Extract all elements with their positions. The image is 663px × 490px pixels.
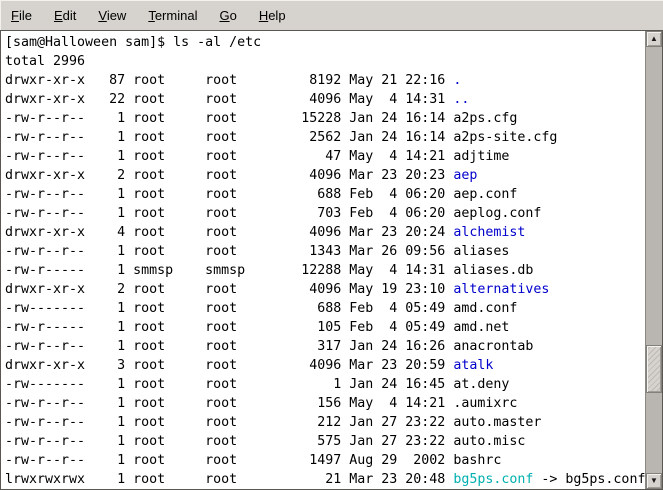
terminal-line: -rw-r--r-- 1 root root 1497 Aug 29 2002 … bbox=[5, 451, 645, 470]
menubar: FileEditViewTerminalGoHelp bbox=[0, 0, 663, 30]
file-name: alternatives bbox=[453, 282, 549, 297]
menu-item-go[interactable]: Go bbox=[208, 5, 247, 26]
file-name: aep bbox=[453, 168, 477, 183]
terminal-line: -rw-r--r-- 1 root root 2562 Jan 24 16:14… bbox=[5, 128, 645, 147]
terminal-window: [sam@Halloween sam]$ ls -al /etctotal 29… bbox=[0, 30, 663, 490]
terminal-line: -rw-r--r-- 1 root root 1343 Mar 26 09:56… bbox=[5, 242, 645, 261]
terminal-line: drwxr-xr-x 3 root root 4096 Mar 23 20:59… bbox=[5, 356, 645, 375]
terminal-line: drwxr-xr-x 2 root root 4096 May 19 23:10… bbox=[5, 280, 645, 299]
scrollbar: ▲ ▼ bbox=[645, 31, 662, 489]
menu-item-help[interactable]: Help bbox=[248, 5, 297, 26]
scroll-up-button[interactable]: ▲ bbox=[646, 31, 662, 47]
scroll-down-button[interactable]: ▼ bbox=[646, 473, 662, 489]
menu-item-terminal[interactable]: Terminal bbox=[137, 5, 208, 26]
terminal-line: -rw-r--r-- 1 root root 212 Jan 27 23:22 … bbox=[5, 413, 645, 432]
terminal-line: lrwxrwxrwx 1 root root 21 Mar 23 20:48 b… bbox=[5, 470, 645, 489]
file-name: at.deny bbox=[453, 377, 509, 392]
file-name: adjtime bbox=[453, 149, 509, 164]
file-name: anacrontab bbox=[453, 339, 533, 354]
file-name: auto.master bbox=[453, 415, 541, 430]
scrollbar-thumb[interactable] bbox=[646, 345, 662, 393]
file-name: .aumixrc bbox=[453, 396, 517, 411]
scroll-down-icon: ▼ bbox=[650, 477, 658, 485]
prompt-line: [sam@Halloween sam]$ ls -al /etc bbox=[5, 33, 645, 52]
file-name: bashrc bbox=[453, 453, 501, 468]
scrollbar-trough[interactable] bbox=[646, 47, 662, 473]
menu-item-edit[interactable]: Edit bbox=[43, 5, 87, 26]
terminal-line: drwxr-xr-x 87 root root 8192 May 21 22:1… bbox=[5, 71, 645, 90]
file-name: . bbox=[453, 73, 461, 88]
file-name: a2ps-site.cfg bbox=[453, 130, 557, 145]
terminal-line: -rw-r--r-- 1 root root 703 Feb 4 06:20 a… bbox=[5, 204, 645, 223]
total-line: total 2996 bbox=[5, 52, 645, 71]
terminal-screen[interactable]: [sam@Halloween sam]$ ls -al /etctotal 29… bbox=[1, 31, 645, 489]
terminal-line: -rw-r--r-- 1 root root 156 May 4 14:21 .… bbox=[5, 394, 645, 413]
terminal-line: -rw-r----- 1 smmsp smmsp 12288 May 4 14:… bbox=[5, 261, 645, 280]
terminal-line: -rw------- 1 root root 688 Feb 4 05:49 a… bbox=[5, 299, 645, 318]
file-name: amd.conf bbox=[453, 301, 517, 316]
terminal-line: -rw-r--r-- 1 root root 575 Jan 27 23:22 … bbox=[5, 432, 645, 451]
scroll-up-icon: ▲ bbox=[650, 35, 658, 43]
file-name: aliases bbox=[453, 244, 509, 259]
file-name: aeplog.conf bbox=[453, 206, 541, 221]
terminal-line: drwxr-xr-x 2 root root 4096 Mar 23 20:23… bbox=[5, 166, 645, 185]
file-name: .. bbox=[453, 92, 469, 107]
file-name: atalk bbox=[453, 358, 493, 373]
terminal-line: -rw-r--r-- 1 root root 15228 Jan 24 16:1… bbox=[5, 109, 645, 128]
file-name: auto.misc bbox=[453, 434, 525, 449]
terminal-line: -rw-r--r-- 1 root root 688 Feb 4 06:20 a… bbox=[5, 185, 645, 204]
terminal-line: -rw-r----- 1 root root 105 Feb 4 05:49 a… bbox=[5, 318, 645, 337]
file-name: aliases.db bbox=[453, 263, 533, 278]
file-name: amd.net bbox=[453, 320, 509, 335]
terminal-line: -rw-r--r-- 1 root root 317 Jan 24 16:26 … bbox=[5, 337, 645, 356]
terminal-line: -rw-r--r-- 1 root root 47 May 4 14:21 ad… bbox=[5, 147, 645, 166]
menu-item-view[interactable]: View bbox=[87, 5, 137, 26]
terminal-line: drwxr-xr-x 4 root root 4096 Mar 23 20:24… bbox=[5, 223, 645, 242]
file-name: alchemist bbox=[453, 225, 525, 240]
terminal-line: -rw------- 1 root root 1 Jan 24 16:45 at… bbox=[5, 375, 645, 394]
terminal-line: drwxr-xr-x 22 root root 4096 May 4 14:31… bbox=[5, 90, 645, 109]
file-name: bg5ps.conf bbox=[453, 472, 533, 487]
menu-item-file[interactable]: File bbox=[0, 5, 43, 26]
file-name: a2ps.cfg bbox=[453, 111, 517, 126]
file-name: aep.conf bbox=[453, 187, 517, 202]
